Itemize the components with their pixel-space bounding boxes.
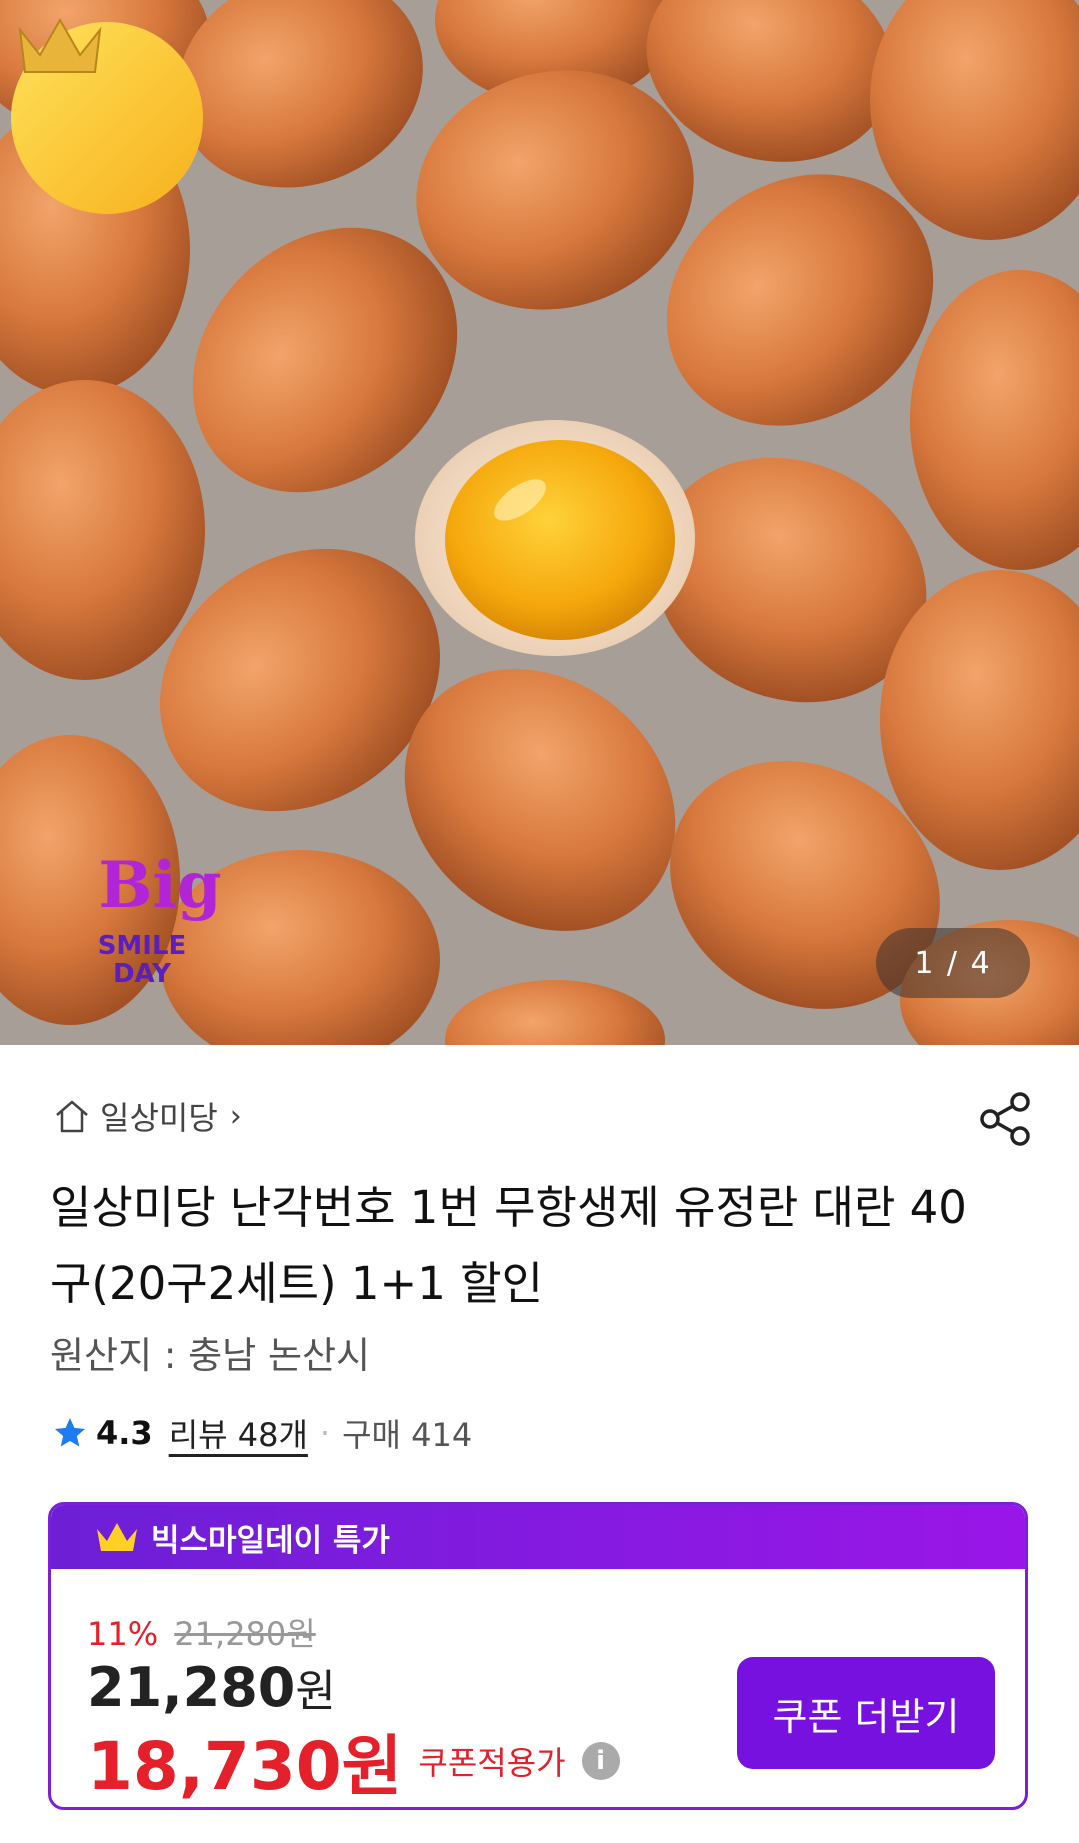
get-more-coupons-button[interactable]: 쿠폰 더받기 (737, 1657, 995, 1769)
discount-percent: 11% (87, 1615, 159, 1653)
product-title: 일상미당 난각번호 1번 무항생제 유정란 대란 40구(20구2세트) 1+1… (50, 1181, 967, 1310)
home-icon (56, 1100, 88, 1133)
share-icon[interactable] (978, 1090, 1034, 1148)
big-smile-day-badge (11, 17, 203, 214)
star-icon (55, 1418, 85, 1447)
purchase-count: 구매 414 (342, 1416, 473, 1454)
badge-line-smile: SMILE (97, 931, 187, 961)
sale-price-number: 21,280 (87, 1656, 296, 1719)
coupon-price: 18,730원 (87, 1728, 403, 1805)
deal-header: 빅스마일데이 특가 (51, 1505, 1025, 1569)
review-count-link[interactable]: 리뷰 48개 (169, 1410, 308, 1456)
rating-score: 4.3 (96, 1414, 153, 1452)
product-origin: 원산지 : 충남 논산시 (50, 1334, 371, 1377)
sale-price: 21,280원 (87, 1655, 336, 1719)
coupon-price-row: 18,730원 쿠폰적용가 i (87, 1713, 620, 1807)
store-name: 일상미당 (100, 1099, 218, 1137)
big-smile-day-deal-box: 빅스마일데이 특가 11% 21,280원 21,280원 18,730원 쿠폰… (48, 1502, 1028, 1810)
deal-header-label: 빅스마일데이 특가 (151, 1522, 390, 1559)
badge-line-day: DAY (112, 959, 172, 989)
coupon-price-caption: 쿠폰적용가 (418, 1744, 566, 1782)
crown-icon (97, 1523, 137, 1551)
product-image-gallery[interactable]: Big SMILE DAY 1 / 4 (0, 0, 1079, 1045)
sale-price-unit: 원 (295, 1666, 336, 1717)
info-icon[interactable]: i (581, 1742, 620, 1780)
separator-dot: · (319, 1414, 331, 1452)
store-link[interactable]: 일상미당 › (52, 1093, 242, 1139)
rating-row: 4.3 리뷰 48개 · 구매 414 (52, 1410, 472, 1456)
chevron-right-icon: › (229, 1098, 242, 1134)
original-price: 21,280원 (174, 1615, 316, 1653)
badge-big-text: Big (98, 848, 222, 923)
badge-smile-day-text: SMILE DAY (72, 932, 212, 988)
discount-line: 11% 21,280원 (87, 1609, 316, 1655)
image-counter: 1 / 4 (876, 928, 1030, 998)
